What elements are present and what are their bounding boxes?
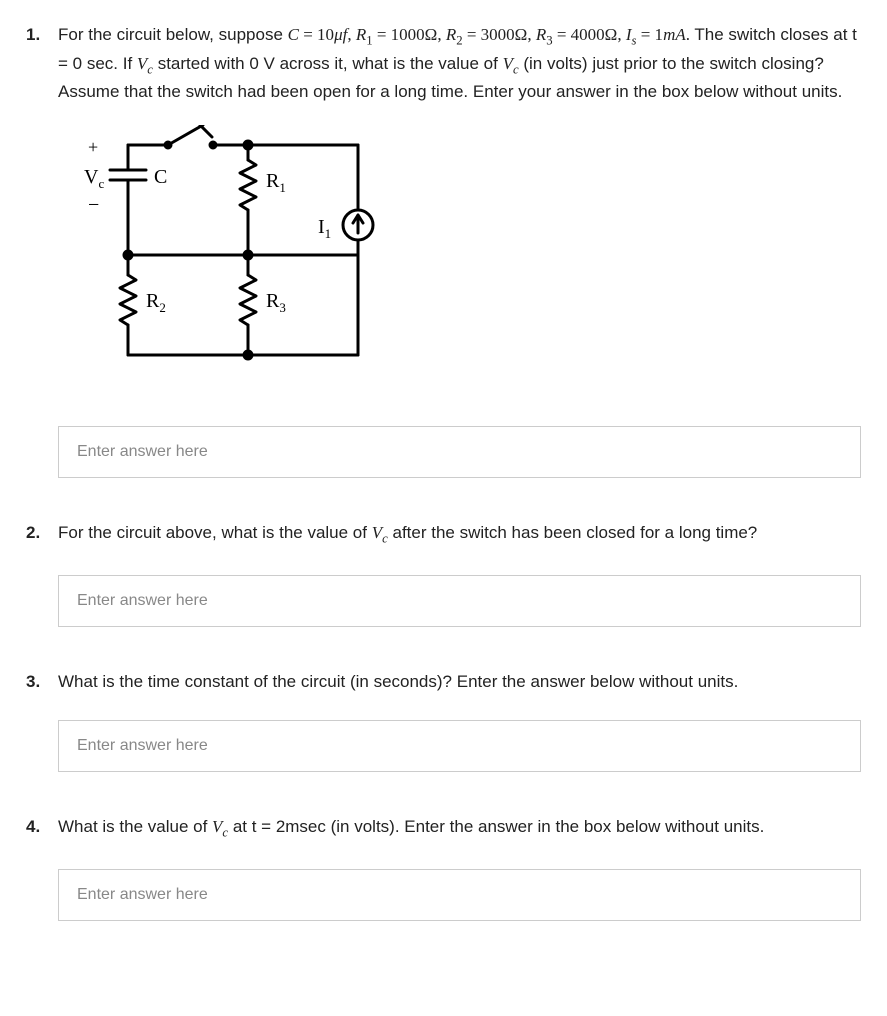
question-number: 2. bbox=[26, 520, 58, 627]
question-text: What is the value of Vc at t = 2msec (in… bbox=[58, 814, 861, 843]
c-label: C bbox=[154, 166, 167, 188]
question-3: 3. What is the time constant of the circ… bbox=[26, 669, 861, 773]
circuit-svg: + Vc − C R1 R2 R3 I1 bbox=[58, 125, 398, 385]
question-number: 3. bbox=[26, 669, 58, 773]
text-fragment: after the switch has been closed for a l… bbox=[388, 523, 757, 542]
r1-label: R1 bbox=[266, 170, 286, 195]
math-vc: Vc bbox=[137, 54, 153, 73]
question-body: What is the value of Vc at t = 2msec (in… bbox=[58, 814, 861, 921]
question-number: 1. bbox=[26, 22, 58, 478]
question-text: What is the time constant of the circuit… bbox=[58, 669, 861, 695]
question-number: 4. bbox=[26, 814, 58, 921]
vc-label: Vc bbox=[84, 166, 104, 191]
math-params: C = 10μf, R1 = 1000Ω, R2 = 3000Ω, R3 = 4… bbox=[288, 25, 690, 44]
question-body: For the circuit above, what is the value… bbox=[58, 520, 861, 627]
answer-input-4[interactable] bbox=[58, 869, 861, 921]
question-2: 2. For the circuit above, what is the va… bbox=[26, 520, 861, 627]
text-fragment: at t = 2msec (in volts). Enter the answe… bbox=[228, 817, 764, 836]
question-4: 4. What is the value of Vc at t = 2msec … bbox=[26, 814, 861, 921]
question-body: For the circuit below, suppose C = 10μf,… bbox=[58, 22, 861, 478]
text-fragment: started with 0 V across it, what is the … bbox=[153, 54, 503, 73]
math-vc: Vc bbox=[503, 54, 519, 73]
circuit-diagram: + Vc − C R1 R2 R3 I1 bbox=[58, 125, 861, 393]
answer-input-2[interactable] bbox=[58, 575, 861, 627]
answer-input-3[interactable] bbox=[58, 720, 861, 772]
question-text: For the circuit below, suppose C = 10μf,… bbox=[58, 22, 861, 105]
r3-label: R3 bbox=[266, 290, 286, 315]
answer-input-1[interactable] bbox=[58, 426, 861, 478]
vc-plus-label: + bbox=[88, 137, 98, 157]
text-fragment: For the circuit above, what is the value… bbox=[58, 523, 372, 542]
vc-minus-label: − bbox=[88, 194, 99, 216]
question-body: What is the time constant of the circuit… bbox=[58, 669, 861, 773]
math-vc: Vc bbox=[212, 817, 228, 836]
text-fragment: What is the value of bbox=[58, 817, 212, 836]
question-text: For the circuit above, what is the value… bbox=[58, 520, 861, 549]
text-fragment: For the circuit below, suppose bbox=[58, 25, 288, 44]
r2-label: R2 bbox=[146, 290, 166, 315]
i1-label: I1 bbox=[318, 216, 331, 241]
question-1: 1. For the circuit below, suppose C = 10… bbox=[26, 22, 861, 478]
math-vc: Vc bbox=[372, 523, 388, 542]
